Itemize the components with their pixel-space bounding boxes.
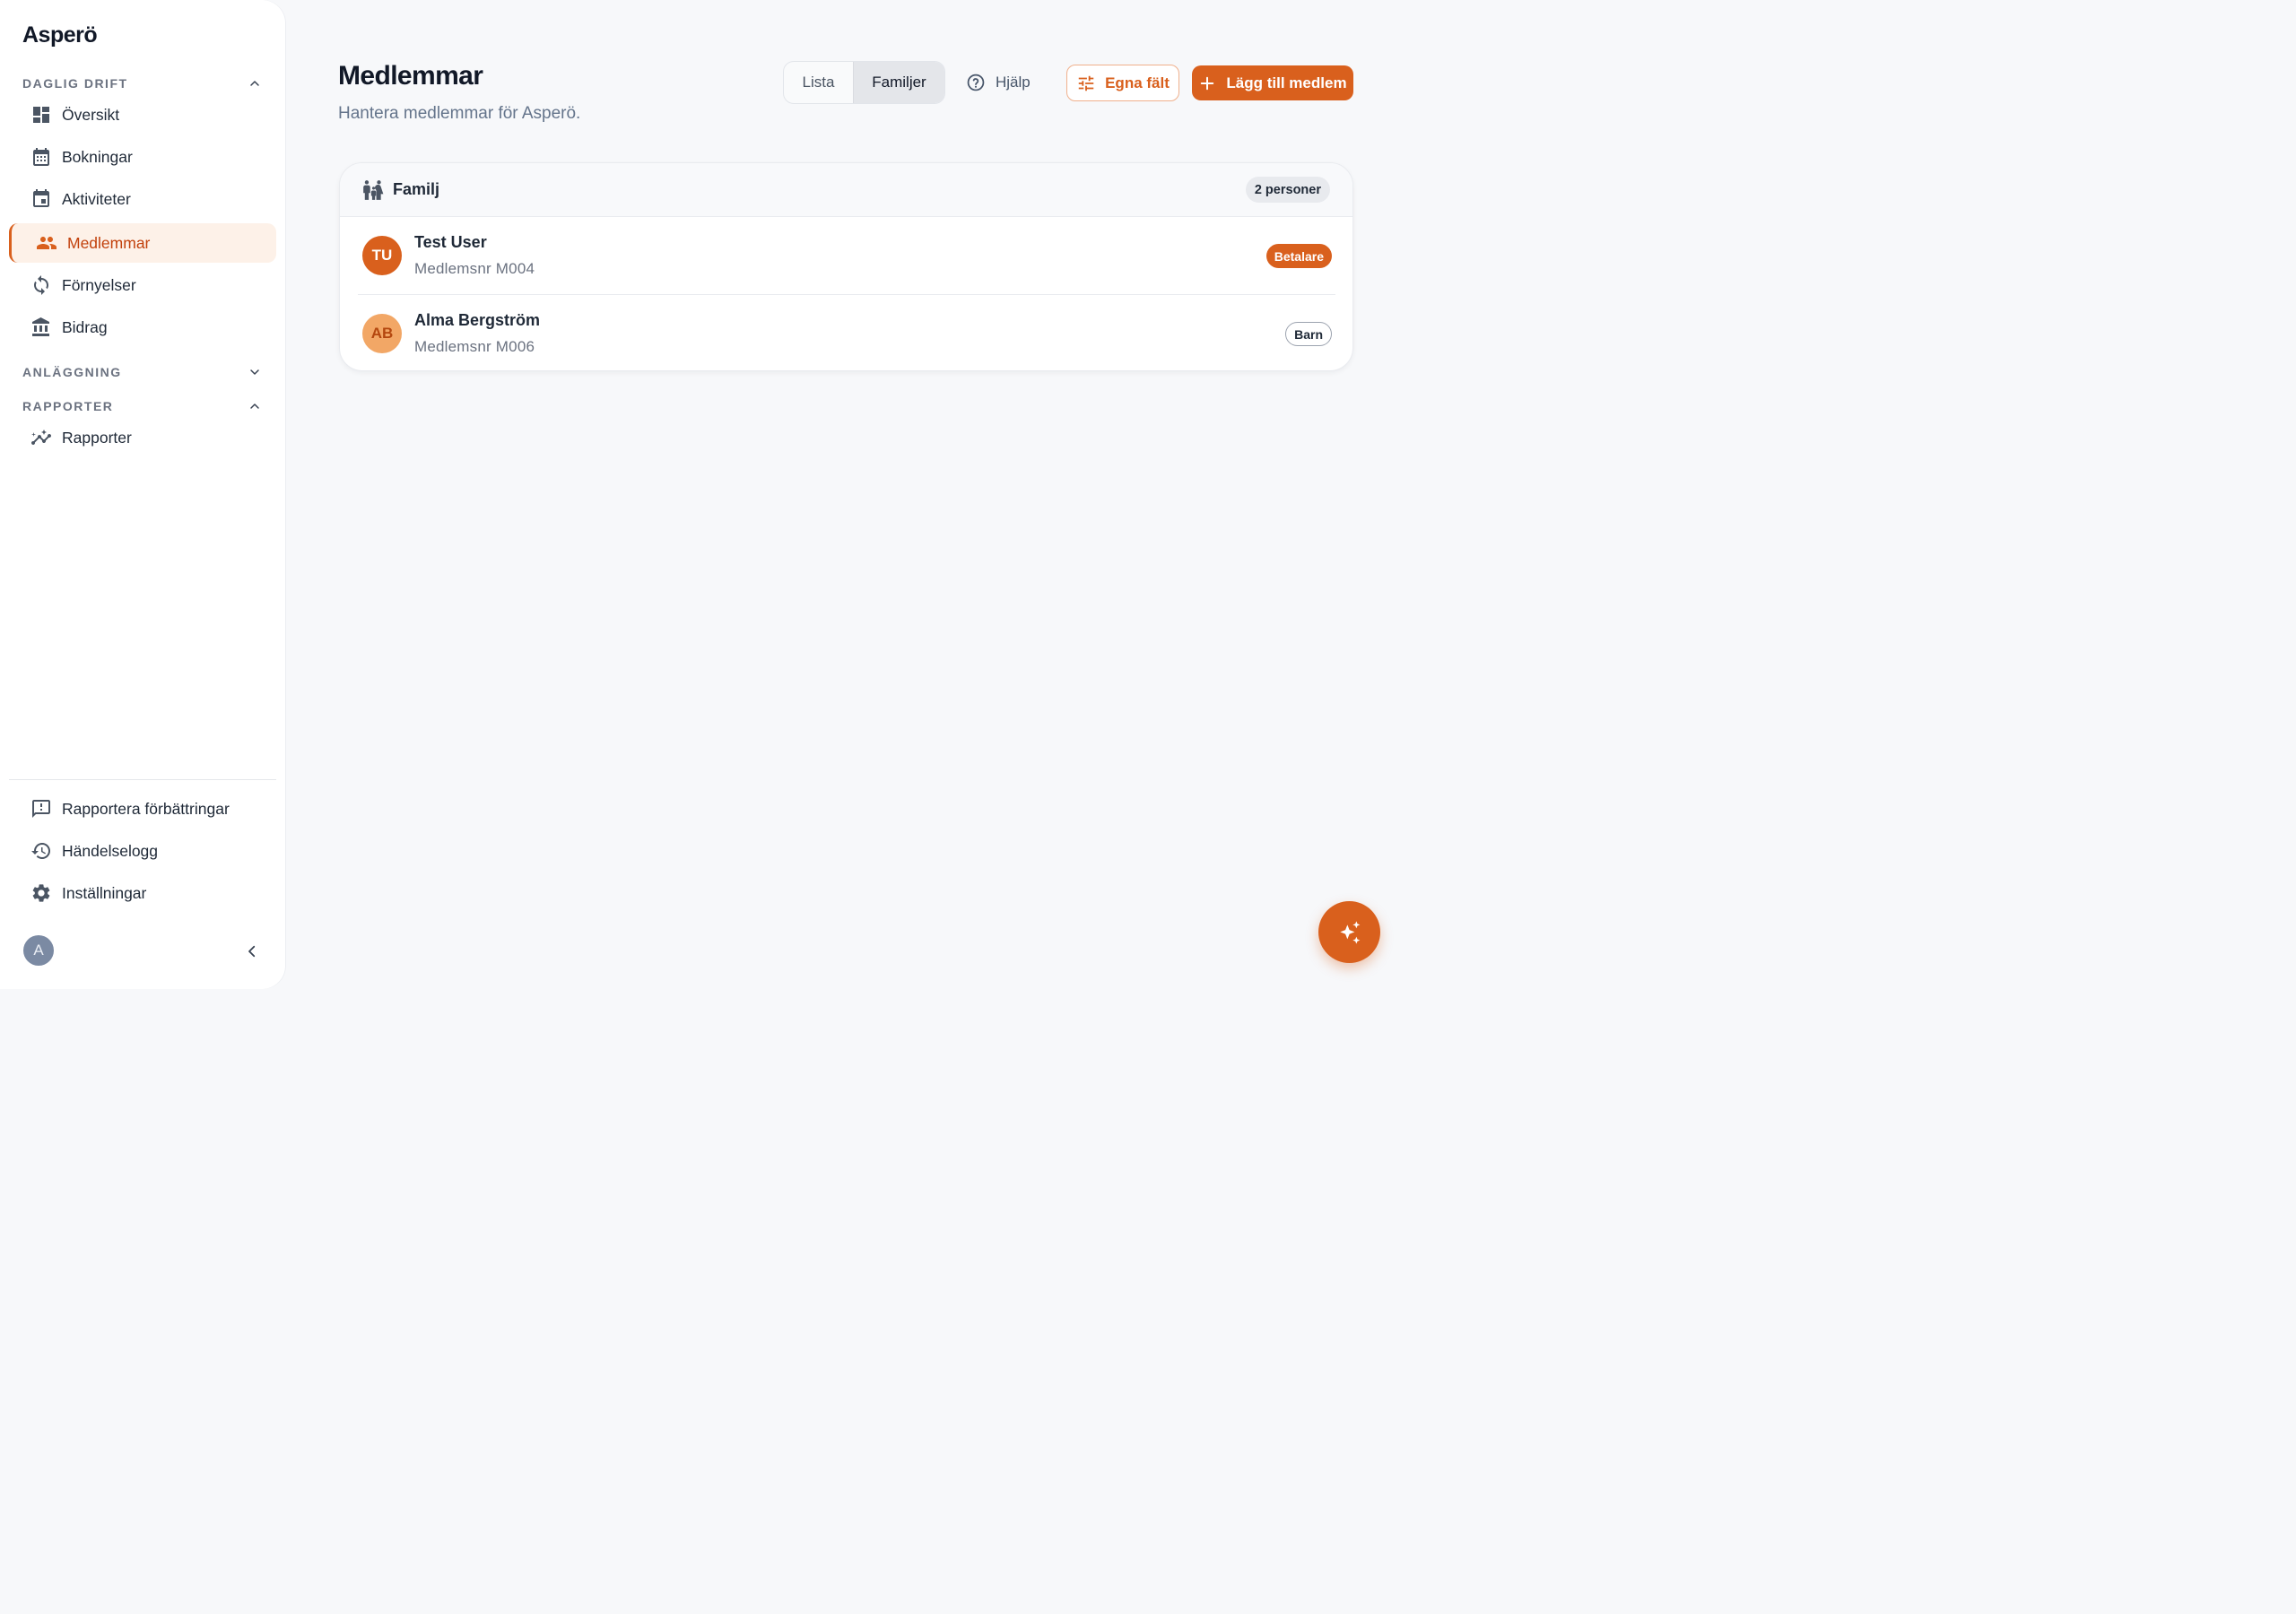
member-name: Alma Bergström (414, 311, 541, 329)
family-icon (363, 180, 384, 200)
member-name: Test User (414, 233, 487, 251)
sidebar-item-label: Bidrag (62, 317, 108, 336)
page-subtitle: Hantera medlemmar för Asperö. (338, 104, 581, 123)
custom-fields-label: Egna fält (1105, 74, 1170, 91)
avatar: AB (362, 314, 402, 353)
history-icon (31, 843, 50, 859)
dashboard-icon (33, 107, 49, 123)
section-title: DAGLIG DRIFT (22, 76, 128, 91)
sidebar-divider (9, 779, 276, 780)
chevron-up-icon (250, 81, 259, 86)
avatar[interactable]: A (23, 935, 54, 966)
role-badge: Barn (1285, 322, 1332, 346)
feedback-icon (32, 800, 50, 818)
add-member-label: Lägg till medlem (1226, 74, 1347, 91)
sidebar-item-fornyelser[interactable]: Förnyelser (9, 265, 276, 305)
member-row[interactable]: AB Alma Bergström Medlemsnr M006 Barn (358, 296, 1335, 370)
sidebar-item-label: Rapportera förbättringar (62, 799, 230, 818)
add-member-button[interactable]: Lägg till medlem (1192, 65, 1353, 100)
sidebar-item-label: Aktiviteter (62, 189, 131, 208)
sidebar-item-oversikt[interactable]: Översikt (9, 95, 276, 134)
section-anlaggning[interactable]: ANLÄGGNING (22, 362, 265, 382)
view-toggle-lista[interactable]: Lista (784, 62, 853, 103)
family-card: Familj 2 personer TU Test User Medlemsnr… (339, 162, 1353, 371)
gear-icon (32, 884, 50, 902)
member-row[interactable]: TU Test User Medlemsnr M004 Betalare (358, 218, 1335, 295)
ai-assistant-button[interactable] (1318, 901, 1380, 963)
chevron-up-icon (250, 404, 259, 409)
sidebar-item-label: Förnyelser (62, 275, 136, 294)
sparkle-icon (1339, 920, 1360, 944)
page-title: Medlemmar (338, 61, 483, 91)
sidebar-item-label: Händelselogg (62, 841, 159, 860)
section-daglig-drift[interactable]: DAGLIG DRIFT (22, 74, 265, 93)
help-label: Hjälp (996, 74, 1031, 91)
sidebar-item-medlemmar[interactable]: Medlemmar (9, 223, 276, 263)
people-icon (37, 237, 57, 249)
tune-icon (1078, 75, 1094, 91)
family-name: Familj (393, 180, 440, 198)
chevron-left-icon (248, 945, 256, 958)
event-icon (33, 189, 49, 207)
sidebar-item-bidrag[interactable]: Bidrag (9, 308, 276, 347)
section-title: ANLÄGGNING (22, 365, 122, 379)
bank-icon (32, 317, 49, 336)
view-toggle-familjer[interactable]: Familjer (853, 62, 944, 103)
member-number: Medlemsnr M004 (414, 260, 535, 277)
help-button[interactable]: Hjälp (966, 70, 1031, 95)
sidebar-item-label: Översikt (62, 105, 120, 124)
sidebar-item-label: Rapporter (62, 428, 132, 447)
brand-logo[interactable]: Asperö (22, 22, 98, 48)
view-toggle: Lista Familjer (783, 61, 945, 104)
family-card-header[interactable]: Familj 2 personer (340, 163, 1352, 217)
collapse-sidebar-button[interactable] (242, 941, 262, 961)
sidebar-item-label: Medlemmar (67, 233, 151, 252)
member-number: Medlemsnr M006 (414, 338, 535, 355)
sidebar-item-rapportera-forbattringar[interactable]: Rapportera förbättringar (9, 789, 276, 829)
section-title: RAPPORTER (22, 399, 114, 413)
trending-icon (31, 430, 51, 445)
sidebar-item-label: Inställningar (62, 883, 147, 902)
sidebar-item-bokningar[interactable]: Bokningar (9, 137, 276, 177)
sidebar-item-handelselogg[interactable]: Händelselogg (9, 831, 276, 871)
role-badge: Betalare (1265, 244, 1332, 268)
refresh-icon (34, 275, 48, 295)
sidebar-item-aktiviteter[interactable]: Aktiviteter (9, 179, 276, 219)
help-circle-icon (967, 74, 985, 91)
plus-icon (1201, 76, 1214, 90)
calendar-icon (33, 148, 49, 166)
sidebar-item-label: Bokningar (62, 147, 133, 166)
avatar: TU (362, 236, 402, 275)
chevron-down-icon (250, 369, 259, 375)
custom-fields-button[interactable]: Egna fält (1066, 65, 1179, 101)
sidebar: Asperö DAGLIG DRIFT Översikt Bokningar A… (0, 0, 285, 989)
member-count-badge: 2 personer (1245, 177, 1330, 203)
sidebar-item-installningar[interactable]: Inställningar (9, 873, 276, 913)
section-rapporter[interactable]: RAPPORTER (22, 396, 265, 416)
sidebar-item-rapporter[interactable]: Rapporter (9, 418, 276, 457)
